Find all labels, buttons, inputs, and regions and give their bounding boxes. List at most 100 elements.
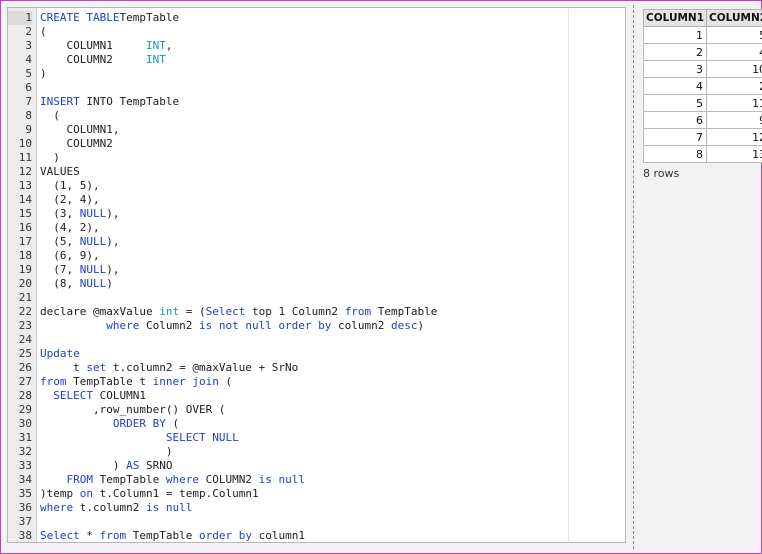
code-token: (6, 9),: [40, 249, 100, 262]
code-text: COLUMN1 INT,: [40, 39, 172, 53]
line-number: 34: [18, 473, 32, 486]
code-token: ),: [106, 263, 120, 276]
code-line[interactable]: 29 ,row_number() OVER (: [8, 403, 625, 417]
code-token: top 1 Column2: [245, 305, 345, 318]
code-line[interactable]: 27 from TempTable t inner join (: [8, 375, 625, 389]
result-row[interactable]: 42: [642, 77, 762, 95]
code-line[interactable]: 35)temp on t.Column1 = temp.Column1: [8, 487, 625, 501]
code-line[interactable]: 38 Select * from TempTable order by colum…: [8, 529, 625, 542]
code-line[interactable]: 14 (2, 4),: [8, 193, 625, 207]
code-token: (3,: [40, 207, 80, 220]
result-row[interactable]: 24: [642, 43, 762, 61]
keyword-token: Update: [40, 347, 80, 360]
code-token: VALUES: [40, 165, 80, 178]
code-line[interactable]: 36 where t.column2 is null: [8, 501, 625, 515]
code-line[interactable]: 9 COLUMN1,: [8, 123, 625, 137]
line-number: 8: [25, 109, 32, 122]
code-token: COLUMN1: [40, 39, 146, 52]
code-line[interactable]: 13 (1, 5),: [8, 179, 625, 193]
code-line[interactable]: 19 (7, NULL),: [8, 263, 625, 277]
result-row[interactable]: 712: [642, 128, 762, 146]
code-line[interactable]: 12 VALUES: [8, 165, 625, 179]
code-line[interactable]: 16 (4, 2),: [8, 221, 625, 235]
code-token: ,row_number() OVER (: [40, 403, 226, 416]
pane-splitter[interactable]: [633, 5, 634, 549]
keyword-token: from: [99, 529, 127, 542]
results-grid[interactable]: COLUMN1 COLUMN2 15243104251169712813: [642, 9, 762, 163]
result-cell-column2[interactable]: 2: [706, 77, 762, 95]
code-line[interactable]: 7 INSERT INTO TempTable: [8, 95, 625, 109]
code-text: SELECT COLUMN1: [40, 389, 146, 403]
code-line[interactable]: 31 SELECT NULL: [8, 431, 625, 445]
result-cell-column1[interactable]: 5: [642, 94, 708, 112]
result-cell-column2[interactable]: 4: [706, 43, 762, 61]
code-line[interactable]: 25 Update: [8, 347, 625, 361]
result-cell-column2[interactable]: 5: [706, 26, 762, 44]
code-line[interactable]: 30 ORDER BY (: [8, 417, 625, 431]
line-number: 25: [18, 347, 32, 360]
code-line[interactable]: 3 COLUMN1 INT,: [8, 39, 625, 53]
code-token: (: [165, 417, 180, 430]
code-line[interactable]: 34 FROM TempTable where COLUMN2 is null: [8, 473, 625, 487]
code-line[interactable]: 8 (: [8, 109, 625, 123]
result-row[interactable]: 69: [642, 111, 762, 129]
code-line[interactable]: 17 (5, NULL),: [8, 235, 625, 249]
code-lines[interactable]: 1 CREATE TABLETempTable 2(3 COLUMN1 INT, 4 …: [8, 11, 625, 542]
code-line[interactable]: 23 where Column2 is not null order by co…: [8, 319, 625, 333]
code-token: COLUMN1: [93, 389, 146, 402]
code-line[interactable]: 5): [8, 67, 625, 81]
result-row[interactable]: 813: [642, 145, 762, 163]
code-line[interactable]: 33 ) AS SRNO: [8, 459, 625, 473]
code-line[interactable]: 26 t set t.column2 = @maxValue + SrNo: [8, 361, 625, 375]
result-cell-column2[interactable]: 13: [706, 145, 762, 163]
code-token: ): [106, 277, 113, 290]
keyword-token: AS: [126, 459, 140, 472]
result-cell-column1[interactable]: 8: [642, 145, 708, 163]
result-cell-column1[interactable]: 2: [642, 43, 708, 61]
code-line[interactable]: 32 ): [8, 445, 625, 459]
keyword-token: NULL: [79, 207, 107, 220]
result-row[interactable]: 310: [642, 60, 762, 78]
code-line[interactable]: 11 ): [8, 151, 625, 165]
code-token: t: [40, 361, 87, 374]
code-token: t.column2: [73, 501, 146, 514]
result-row[interactable]: 511: [642, 94, 762, 112]
code-line[interactable]: 1 CREATE TABLETempTable: [8, 11, 625, 25]
code-line[interactable]: 21: [8, 291, 625, 305]
code-token: SRNO: [139, 459, 173, 472]
code-line[interactable]: 2(: [8, 25, 625, 39]
code-text: COLUMN1,: [40, 123, 119, 137]
code-line[interactable]: 24: [8, 333, 625, 347]
code-text: from TempTable t inner join (: [40, 375, 232, 389]
code-line[interactable]: 37: [8, 515, 625, 529]
result-cell-column1[interactable]: 3: [642, 60, 708, 78]
result-cell-column1[interactable]: 6: [642, 111, 708, 129]
code-line[interactable]: 20 (8, NULL): [8, 277, 625, 291]
sql-editor[interactable]: 1 CREATE TABLETempTable 2(3 COLUMN1 INT, 4 …: [7, 7, 626, 543]
code-line[interactable]: 22 declare @maxValue int = (Select top 1 …: [8, 305, 625, 319]
code-token: ): [40, 445, 173, 458]
result-cell-column2[interactable]: 12: [706, 128, 762, 146]
code-token: TempTable: [371, 305, 438, 318]
code-line[interactable]: 10 COLUMN2: [8, 137, 625, 151]
type-token: INT: [145, 53, 166, 66]
code-line[interactable]: 18 (6, 9),: [8, 249, 625, 263]
code-line[interactable]: 28 SELECT COLUMN1: [8, 389, 625, 403]
column-header-column2[interactable]: COLUMN2: [706, 9, 762, 27]
result-cell-column2[interactable]: 9: [706, 111, 762, 129]
result-cell-column2[interactable]: 10: [706, 60, 762, 78]
keyword-token: NULL: [79, 263, 107, 276]
line-number: 4: [25, 53, 32, 66]
code-line[interactable]: 6: [8, 81, 625, 95]
result-cell-column1[interactable]: 4: [642, 77, 708, 95]
column-header-column1[interactable]: COLUMN1: [642, 9, 708, 27]
result-cell-column1[interactable]: 7: [642, 128, 708, 146]
code-line[interactable]: 15 (3, NULL),: [8, 207, 625, 221]
result-row[interactable]: 15: [642, 26, 762, 44]
keyword-token: where: [106, 319, 140, 332]
code-line[interactable]: 4 COLUMN2 INT: [8, 53, 625, 67]
result-cell-column2[interactable]: 11: [706, 94, 762, 112]
result-cell-column1[interactable]: 1: [642, 26, 708, 44]
keyword-token: is not null order by: [198, 319, 332, 332]
code-text: (7, NULL),: [40, 263, 120, 277]
